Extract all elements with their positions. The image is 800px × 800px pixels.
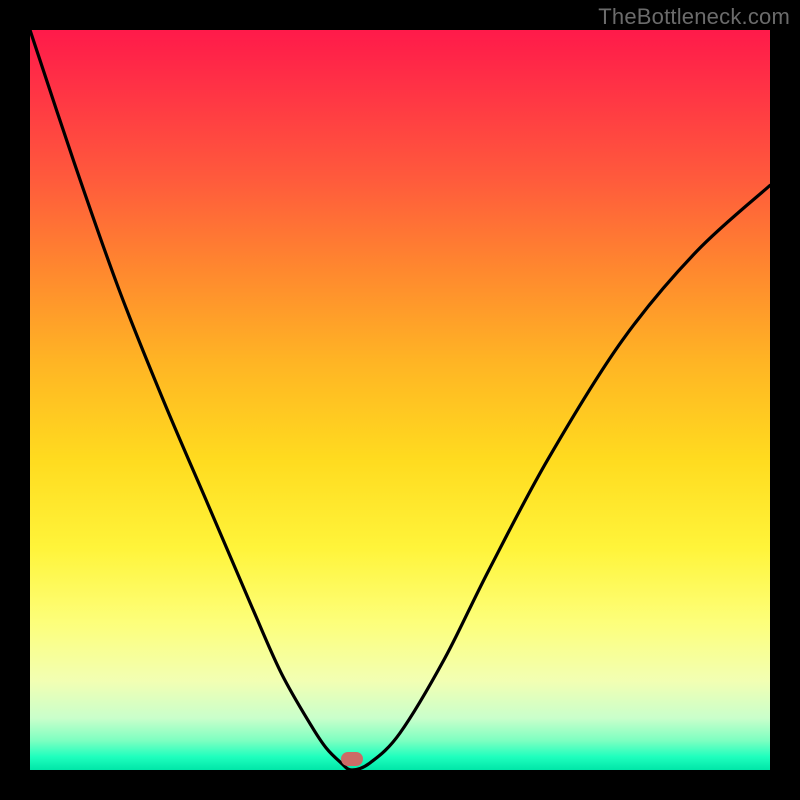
plot-area: [30, 30, 770, 770]
bottleneck-curve: [30, 30, 770, 770]
watermark-label: TheBottleneck.com: [598, 4, 790, 30]
optimum-marker: [341, 752, 363, 766]
curve-svg: [30, 30, 770, 770]
